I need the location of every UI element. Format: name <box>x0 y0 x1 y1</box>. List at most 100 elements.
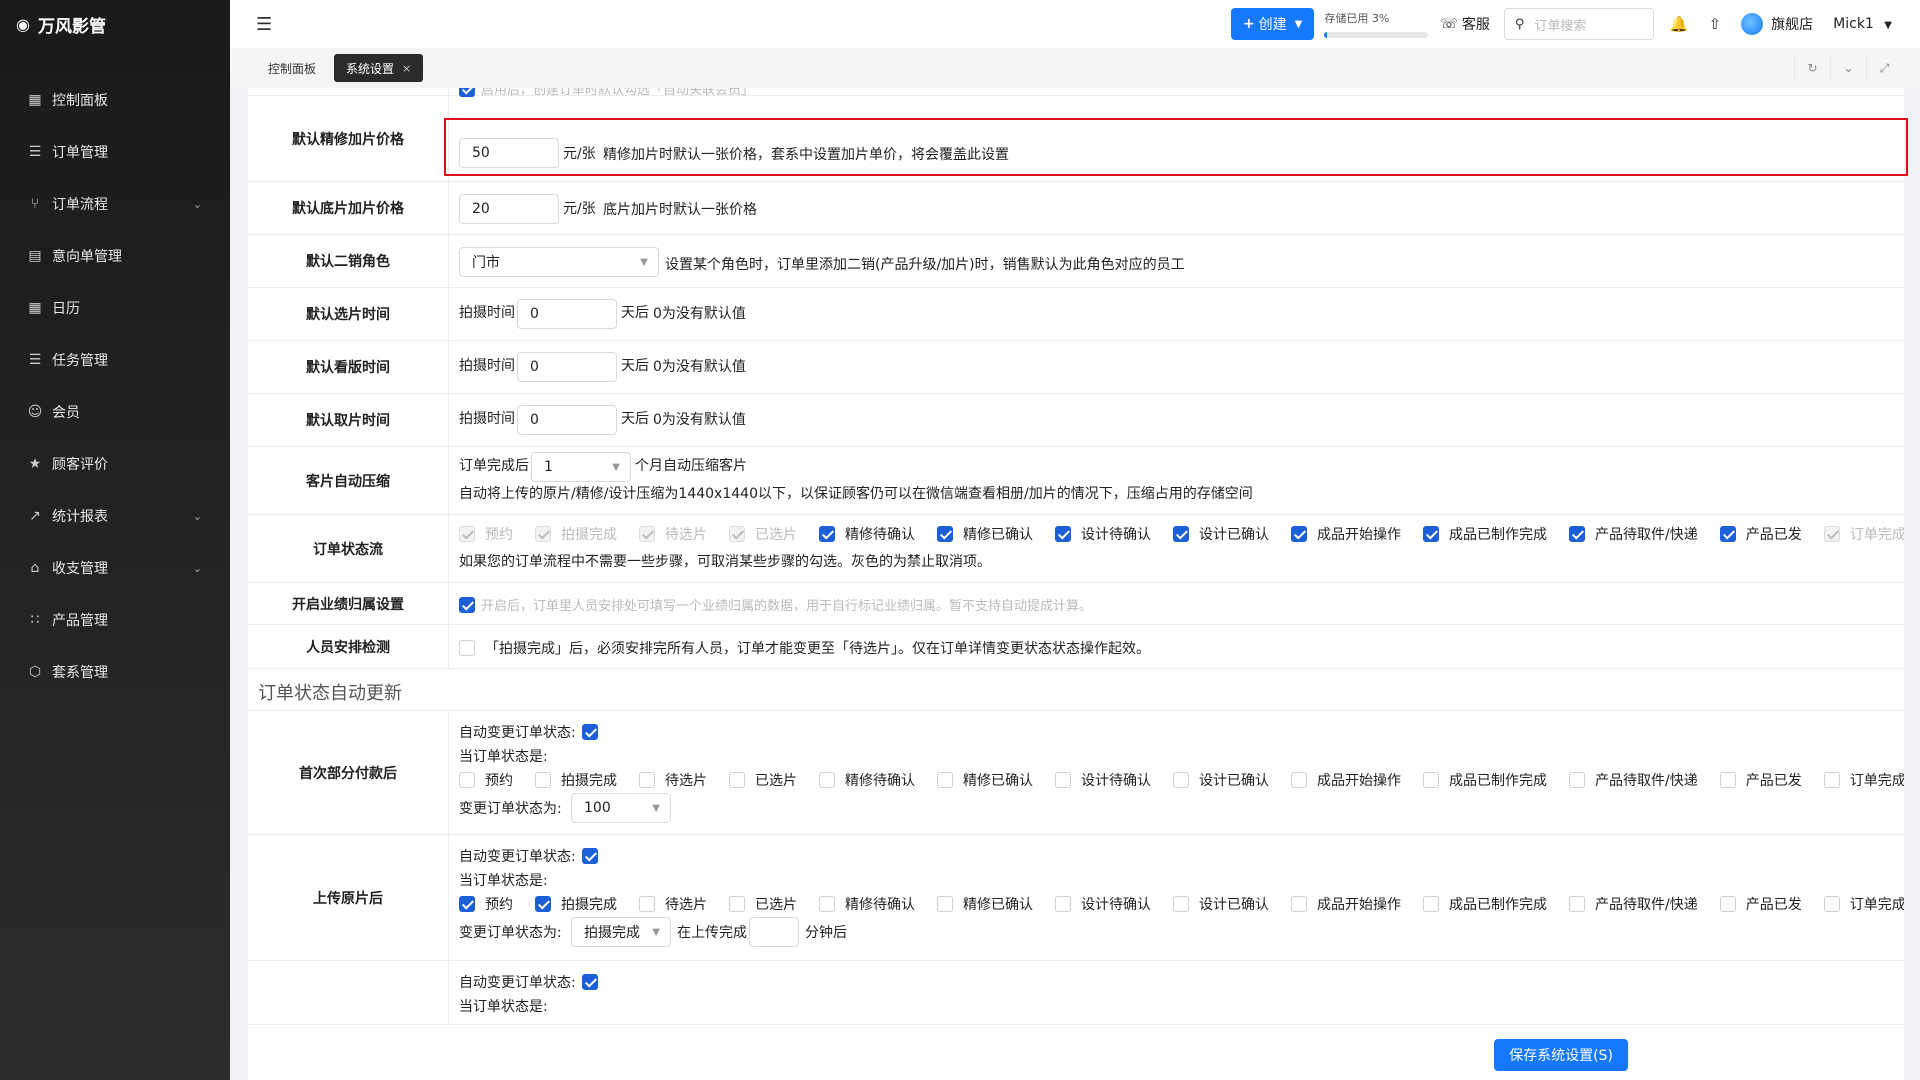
user-menu[interactable]: Mick1 ▼ <box>1833 16 1892 32</box>
status-checkbox-item[interactable]: 已选片 <box>729 894 797 914</box>
refresh-icon[interactable]: ↻ <box>1794 54 1830 82</box>
status-checkbox[interactable] <box>729 896 745 912</box>
status-checkbox[interactable] <box>459 896 475 912</box>
sidebar-item[interactable]: ↗ 统计报表 ⌄ <box>0 490 230 542</box>
status-checkbox[interactable] <box>1823 896 1840 912</box>
status-checkbox[interactable] <box>1719 526 1736 542</box>
fullscreen-icon[interactable]: ⤢ <box>1866 54 1902 82</box>
staff-check-checkbox[interactable] <box>459 640 475 656</box>
status-checkbox-item[interactable]: 成品开始操作 <box>1291 894 1401 914</box>
sidebar-item[interactable]: ★ 顾客评价 <box>0 438 230 490</box>
status-checkbox-item[interactable]: 产品已发 <box>1719 524 1802 544</box>
status-checkbox-item[interactable]: 预约 <box>459 894 513 914</box>
status-checkbox-item[interactable]: 产品待取件/快递 <box>1569 770 1698 790</box>
status-checkbox-item[interactable]: 精修已确认 <box>937 894 1033 914</box>
auto-change-checkbox[interactable] <box>581 974 598 990</box>
status-checkbox-item[interactable]: 已选片 <box>729 524 797 544</box>
status-checkbox-item[interactable]: 已选片 <box>729 770 797 790</box>
status-checkbox[interactable] <box>1423 526 1439 542</box>
status-checkbox-item[interactable]: 成品已制作完成 <box>1423 894 1547 914</box>
status-checkbox-item[interactable]: 精修待确认 <box>819 894 915 914</box>
menu-toggle-icon[interactable]: ☰ <box>256 14 272 35</box>
store-switcher[interactable]: 旗舰店 <box>1741 13 1813 35</box>
sidebar-item[interactable]: ⌂ 收支管理 ⌄ <box>0 542 230 594</box>
status-checkbox-item[interactable]: 订单完成 <box>1823 770 1904 790</box>
status-checkbox[interactable] <box>639 896 655 912</box>
status-checkbox[interactable] <box>819 526 835 542</box>
status-checkbox[interactable] <box>1719 772 1736 788</box>
sidebar-item[interactable]: ▤ 意向单管理 <box>0 230 230 282</box>
status-checkbox-item[interactable]: 订单完成 <box>1823 524 1904 544</box>
status-checkbox[interactable] <box>1173 526 1189 542</box>
after-minutes-input[interactable] <box>749 917 799 947</box>
sidebar-item[interactable]: ∷ 产品管理 <box>0 594 230 646</box>
status-checkbox-item[interactable]: 待选片 <box>639 770 707 790</box>
status-checkbox-item[interactable]: 待选片 <box>639 894 707 914</box>
pickup-time-input[interactable]: 0 <box>517 405 617 435</box>
status-checkbox-item[interactable]: 成品已制作完成 <box>1423 770 1547 790</box>
proof-time-input[interactable]: 0 <box>517 352 617 382</box>
status-checkbox[interactable] <box>819 772 835 788</box>
status-checkbox-item[interactable]: 成品已制作完成 <box>1423 524 1547 544</box>
raw-price-input[interactable]: 20 <box>459 194 559 224</box>
close-icon[interactable]: × <box>402 62 411 75</box>
status-checkbox-item[interactable]: 精修已确认 <box>937 770 1033 790</box>
auto-change-checkbox[interactable] <box>581 724 598 740</box>
status-checkbox[interactable] <box>1719 896 1736 912</box>
tab-system-settings[interactable]: 系统设置 × <box>334 54 424 82</box>
sidebar-item[interactable]: ☰ 订单管理 <box>0 126 230 178</box>
status-checkbox[interactable] <box>1055 526 1071 542</box>
status-checkbox[interactable] <box>1055 772 1071 788</box>
status-checkbox-item[interactable]: 精修待确认 <box>819 524 915 544</box>
tab-dashboard[interactable]: 控制面板 <box>256 54 328 82</box>
order-search-input[interactable]: ⚲ 订单搜索 <box>1503 8 1654 40</box>
status-checkbox-item[interactable]: 产品待取件/快递 <box>1569 524 1698 544</box>
create-button[interactable]: + 创建 ▼ <box>1230 8 1315 40</box>
status-checkbox-item[interactable]: 订单完成 <box>1823 894 1904 914</box>
status-checkbox-item[interactable]: 拍摄完成 <box>535 524 617 544</box>
status-checkbox[interactable] <box>937 526 953 542</box>
status-checkbox[interactable] <box>819 896 835 912</box>
status-checkbox[interactable] <box>1823 772 1840 788</box>
status-checkbox-item[interactable]: 精修待确认 <box>819 770 915 790</box>
status-checkbox[interactable] <box>1055 896 1071 912</box>
status-checkbox[interactable] <box>535 896 551 912</box>
status-checkbox[interactable] <box>459 772 475 788</box>
brand[interactable]: ◉ 万风影管 <box>0 0 230 48</box>
status-checkbox-item[interactable]: 设计已确认 <box>1173 894 1269 914</box>
status-checkbox[interactable] <box>937 772 953 788</box>
bell-icon[interactable]: 🔔 <box>1670 15 1689 33</box>
status-checkbox-item[interactable]: 预约 <box>459 524 513 544</box>
status-checkbox[interactable] <box>1291 526 1307 542</box>
chevron-down-icon[interactable]: ⌄ <box>1830 54 1866 82</box>
status-checkbox-item[interactable]: 成品开始操作 <box>1291 524 1401 544</box>
status-checkbox-item[interactable]: 产品已发 <box>1719 894 1802 914</box>
status-checkbox[interactable] <box>1569 526 1585 542</box>
status-checkbox-item[interactable]: 拍摄完成 <box>535 770 617 790</box>
status-checkbox-item[interactable]: 设计已确认 <box>1173 770 1269 790</box>
sidebar-item[interactable]: ▦ 日历 <box>0 282 230 334</box>
status-checkbox-item[interactable]: 产品已发 <box>1719 770 1802 790</box>
status-checkbox[interactable] <box>1423 896 1439 912</box>
status-checkbox-item[interactable]: 设计待确认 <box>1055 894 1151 914</box>
status-checkbox[interactable] <box>1569 772 1585 788</box>
status-checkbox-item[interactable]: 精修已确认 <box>937 524 1033 544</box>
status-checkbox[interactable] <box>937 896 953 912</box>
status-checkbox[interactable] <box>1423 772 1439 788</box>
auto-change-checkbox[interactable] <box>581 848 598 864</box>
storage-indicator[interactable]: 存储已用 3% <box>1324 10 1429 38</box>
status-checkbox-item[interactable]: 设计待确认 <box>1055 524 1151 544</box>
status-checkbox[interactable] <box>1569 896 1585 912</box>
select-time-input[interactable]: 0 <box>517 299 617 329</box>
status-checkbox[interactable] <box>729 772 745 788</box>
status-checkbox-item[interactable]: 产品待取件/快递 <box>1569 894 1698 914</box>
status-checkbox[interactable] <box>1173 896 1189 912</box>
second-role-select[interactable]: 门市 ▼ <box>459 247 659 277</box>
status-checkbox-item[interactable]: 成品开始操作 <box>1291 770 1401 790</box>
sidebar-item[interactable]: ⑂ 订单流程 ⌄ <box>0 178 230 230</box>
status-checkbox-item[interactable]: 设计已确认 <box>1173 524 1269 544</box>
sidebar-item[interactable]: ▦ 控制面板 <box>0 74 230 126</box>
status-checkbox-item[interactable]: 拍摄完成 <box>535 894 617 914</box>
change-to-select[interactable]: 拍摄完成 ▼ <box>571 917 671 947</box>
sidebar-item[interactable]: ☰ 任务管理 <box>0 334 230 386</box>
